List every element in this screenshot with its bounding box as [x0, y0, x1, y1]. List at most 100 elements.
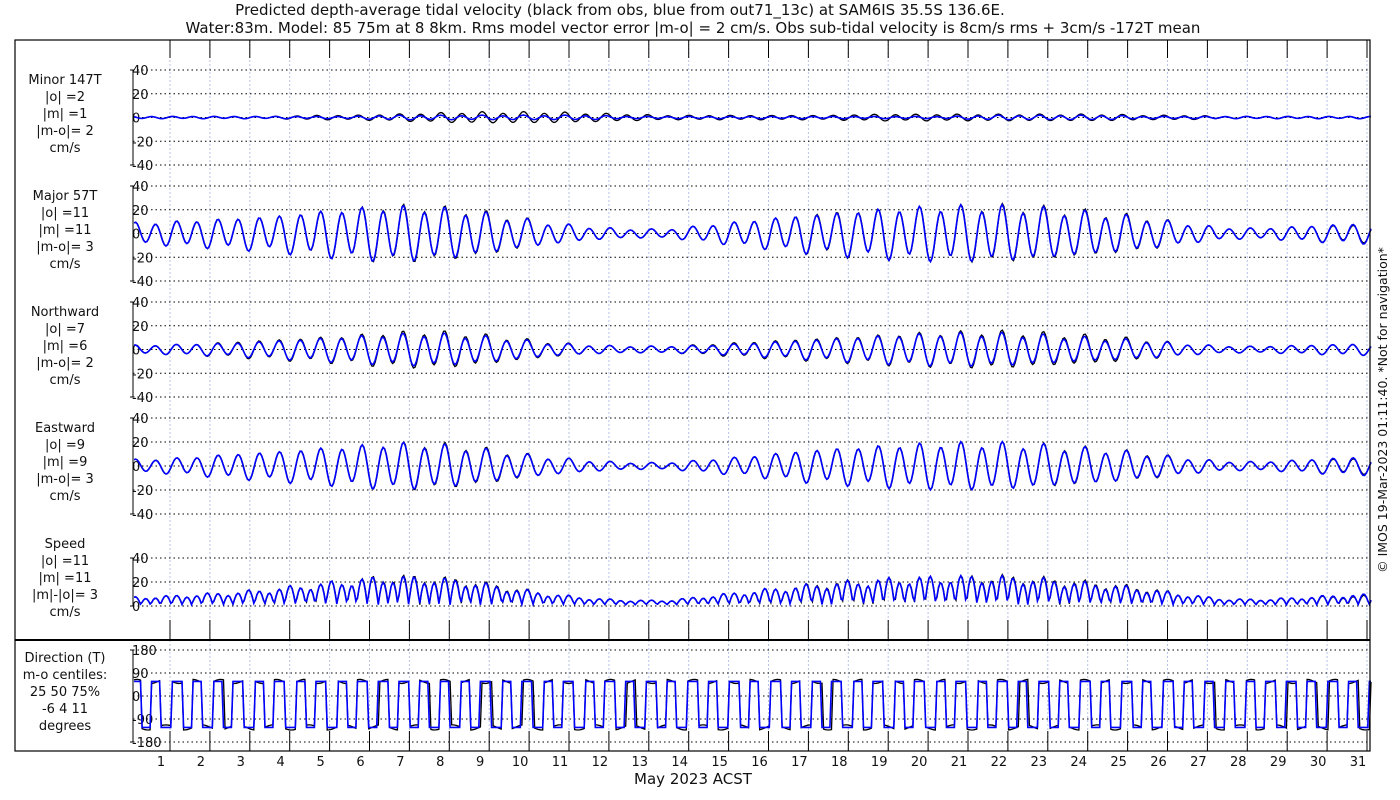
chart-title-line-2: Water:83m. Model: 85 75m at 8 8km. Rms m… [186, 19, 1201, 37]
y-tick-label: -40 [132, 275, 153, 290]
panel-label-line: |o| =11 [41, 554, 89, 569]
x-tick-label: 12 [592, 755, 609, 770]
panel-label-line: |m| =11 [39, 223, 92, 238]
y-tick-label: 20 [132, 320, 149, 335]
eastward-model-line [133, 440, 1372, 492]
panel-label-line: cm/s [50, 141, 81, 156]
panel-label-line: m-o centiles: [23, 668, 108, 683]
panel-label-line: cm/s [50, 373, 81, 388]
x-tick-label: 7 [396, 755, 404, 770]
x-tick-label: 27 [1190, 755, 1207, 770]
x-tick-label: 25 [1110, 755, 1127, 770]
x-tick-label: 23 [1031, 755, 1048, 770]
y-tick-label: 40 [132, 552, 149, 567]
panel-label-line: |o| =11 [41, 206, 89, 221]
x-tick-label: 3 [237, 755, 245, 770]
x-tick-label: 20 [911, 755, 928, 770]
y-tick-label: -40 [132, 508, 153, 523]
panel-label-line: |m|-|o|= 3 [32, 588, 98, 603]
panel-major: 40200-20-40Major 57T|o| =11|m| =11|m-o|=… [33, 180, 1372, 290]
panel-label-line: Speed [45, 537, 86, 552]
x-tick-label: 14 [671, 755, 688, 770]
panel-label-line: cm/s [50, 489, 81, 504]
direction-model-line [134, 680, 1371, 729]
panel-label-line: |m| =6 [43, 339, 88, 354]
tidal-velocity-figure: Predicted depth-average tidal velocity (… [14, 1, 1390, 788]
y-tick-label: -20 [132, 135, 153, 150]
x-tick-label: 9 [476, 755, 484, 770]
x-tick-label: 6 [356, 755, 364, 770]
panel-label-line: -6 4 11 [42, 702, 88, 717]
x-tick-label: 2 [197, 755, 205, 770]
y-tick-label: -20 [132, 484, 153, 499]
panel-label-line: |m-o|= 3 [36, 240, 94, 255]
x-tick-label: 1 [157, 755, 165, 770]
x-tick-label: 24 [1070, 755, 1087, 770]
northward-obs-line [134, 329, 1372, 369]
major-model-line [133, 203, 1372, 264]
chart-title-line-1: Predicted depth-average tidal velocity (… [235, 1, 1005, 20]
y-tick-label: -40 [132, 391, 153, 406]
vertical-gridlines [169, 40, 1368, 751]
panel-label-line: |o| =9 [45, 438, 85, 453]
y-tick-label: -20 [132, 367, 153, 382]
y-tick-label: 40 [132, 64, 149, 79]
x-axis-ticks: 1 2 3 4 5 6 7 8 9 10 11 12 13 14 15 16 17 18 19 20 21 22 23 24 2… [157, 40, 1368, 770]
x-tick-label: 26 [1150, 755, 1167, 770]
direction-obs-line [133, 678, 1372, 731]
panel-label-line: cm/s [50, 257, 81, 272]
panel-northward: 40200-20-40Northward|o| =7|m| =6|m-o|= 2… [31, 296, 1372, 406]
x-tick-label: 29 [1270, 755, 1287, 770]
panel-label-line: |o| =7 [45, 322, 85, 337]
copyright-notice: © IMOS 19-Mar-2023 01:11:40. *Not for na… [1375, 247, 1390, 573]
x-tick-label: 5 [316, 755, 324, 770]
panel-label-line: degrees [39, 719, 92, 734]
y-tick-label: -40 [132, 159, 153, 174]
panel-label-line: |m-o|= 2 [36, 356, 94, 371]
x-tick-label: 28 [1230, 755, 1247, 770]
panel-label-line: |o| =2 [45, 90, 85, 105]
y-tick-label: 40 [132, 180, 149, 195]
y-tick-label: 20 [132, 204, 149, 219]
x-tick-label: 4 [277, 755, 285, 770]
y-tick-label: 20 [132, 436, 149, 451]
panel-label-line: |m| =11 [39, 571, 92, 586]
y-tick-label: 40 [132, 296, 149, 311]
x-tick-label: 8 [436, 755, 444, 770]
panel-direction: 180900-90-180Direction (T)m-o centiles:2… [23, 644, 1372, 751]
x-tick-label: 30 [1310, 755, 1327, 770]
panel-label-line: |m| =9 [43, 455, 88, 470]
y-tick-label: 40 [132, 412, 149, 427]
panel-speed: 40200Speed|o| =11|m| =11|m|-|o|= 3cm/s [32, 537, 1372, 620]
panel-label-line: Major 57T [33, 189, 98, 204]
x-tick-label: 17 [791, 755, 808, 770]
x-tick-label: 10 [512, 755, 529, 770]
x-tick-label: 15 [711, 755, 728, 770]
panels: 40200-20-40Minor 147T|o| =2|m| =1|m-o|= … [23, 64, 1372, 751]
panel-label-line: |m| =1 [43, 107, 88, 122]
x-tick-label: 11 [552, 755, 569, 770]
x-tick-label: 13 [632, 755, 649, 770]
panel-label-line: 25 50 75% [30, 685, 100, 700]
x-tick-label: 16 [751, 755, 768, 770]
panel-minor: 40200-20-40Minor 147T|o| =2|m| =1|m-o|= … [28, 64, 1372, 174]
panel-label-line: Northward [31, 305, 99, 320]
panel-eastward: 40200-20-40Eastward|o| =9|m| =9|m-o|= 3c… [35, 412, 1372, 523]
y-tick-label: 20 [132, 88, 149, 103]
panel-label-line: |m-o|= 3 [36, 472, 94, 487]
panel-label-line: cm/s [50, 605, 81, 620]
x-tick-label: 21 [951, 755, 968, 770]
panel-label-line: Minor 147T [28, 73, 101, 88]
x-tick-label: 18 [831, 755, 848, 770]
panel-label-line: Direction (T) [25, 651, 106, 666]
x-axis-label: May 2023 ACST [634, 770, 753, 788]
x-tick-label: 31 [1350, 755, 1367, 770]
y-tick-label: -180 [132, 736, 162, 751]
x-tick-label: 22 [991, 755, 1008, 770]
panel-label-line: |m-o|= 2 [36, 124, 94, 139]
speed-model-line [133, 574, 1372, 608]
y-tick-label: 180 [132, 644, 157, 659]
y-tick-label: -20 [132, 251, 153, 266]
plot-frame [14, 39, 1371, 752]
y-tick-label: 20 [132, 576, 149, 591]
